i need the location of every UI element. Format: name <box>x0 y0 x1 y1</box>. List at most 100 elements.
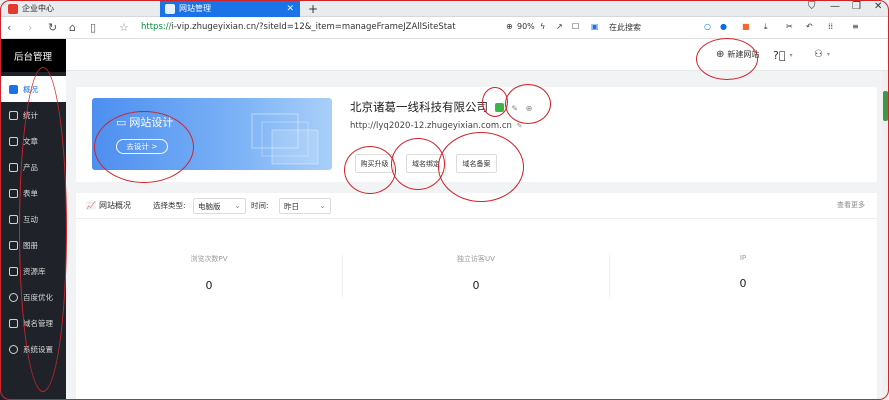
type-select-value: 电脑版 <box>198 201 221 211</box>
forward-icon[interactable]: › <box>28 21 32 35</box>
extension-icon[interactable]: ● <box>720 22 727 31</box>
tab-enterprise-center[interactable]: 企业中心 <box>0 0 158 17</box>
user-icon: ⚇ <box>814 49 823 60</box>
window-close-icon[interactable]: ✕ <box>874 1 882 12</box>
top-bar: ⊕ 新建网站 ?⃝ ▾ ⚇ ▾ <box>66 39 889 71</box>
chat-icon <box>9 214 18 224</box>
chevron-down-icon: ⌄ <box>234 201 241 210</box>
address-bar: ‹ › ↻ ⌂ ▯ ☆ https://i-vip.zhugeyixian.cn… <box>0 17 889 39</box>
menu-icon[interactable]: ≡ <box>852 22 859 31</box>
search-box[interactable]: 在此搜索 <box>609 22 641 33</box>
upgrade-button[interactable]: 购买升级 <box>355 154 394 173</box>
main-content: ⊕ 新建网站 ?⃝ ▾ ⚇ ▾ ▭ 网站设计 去设计 > 北京诸葛一线科技有限公司 ✎ <box>66 39 889 400</box>
minimize-icon[interactable]: — <box>830 1 840 12</box>
metric-value: 0 <box>739 277 747 290</box>
add-circle-icon[interactable]: ⊕ <box>526 104 533 113</box>
sidebar-item-interaction[interactable]: 互动 <box>0 206 66 232</box>
star-icon[interactable]: ☆ <box>119 21 129 35</box>
edit-icon[interactable]: ✎ <box>511 104 518 113</box>
type-select[interactable]: 电脑版 ⌄ <box>193 198 246 214</box>
metric-value: 0 <box>205 279 213 292</box>
home-icon <box>9 84 18 94</box>
sidebar-item-overview[interactable]: 概况 <box>0 76 66 102</box>
database-icon <box>9 266 18 276</box>
home-icon[interactable]: ⌂ <box>69 21 76 35</box>
sidebar-item-label: 文章 <box>23 136 38 146</box>
search-engine-icon[interactable]: ▣ <box>591 22 599 31</box>
share-icon[interactable]: ↗ <box>556 22 563 31</box>
banner-illustration <box>251 113 319 165</box>
sidebar-item-label: 图册 <box>23 240 38 250</box>
document-icon <box>9 136 18 146</box>
time-label: 时间: <box>251 201 269 210</box>
chevron-down-icon: ▾ <box>826 51 830 58</box>
new-tab-button[interactable]: + <box>306 0 320 17</box>
metric-pv: 浏览次数PV 0 <box>76 254 342 292</box>
stats-title: 📈 网站概况 <box>86 200 131 211</box>
chart-icon <box>9 110 18 120</box>
form-icon <box>9 188 18 198</box>
lightning-icon[interactable]: ϟ <box>540 22 545 31</box>
bind-domain-button[interactable]: 域名绑定 <box>406 154 446 173</box>
sidebar-item-domains[interactable]: 域名管理 <box>0 310 66 336</box>
zoom-icon[interactable]: ⊕ <box>506 22 513 31</box>
type-label: 选择类型: <box>153 201 186 210</box>
extension-icon[interactable]: ■ <box>742 22 750 31</box>
time-select[interactable]: 昨日 ⌄ <box>279 198 331 214</box>
tab-site-management[interactable]: 网站管理 ✕ <box>160 0 300 17</box>
search-icon[interactable]: ○ <box>704 22 711 31</box>
sidebar-item-albums[interactable]: 图册 <box>0 232 66 258</box>
sidebar-item-products[interactable]: 产品 <box>0 154 66 180</box>
tab-favicon-icon <box>165 3 175 14</box>
monitor-icon: ▭ <box>116 116 127 129</box>
scrollbar-thumb[interactable] <box>883 91 888 121</box>
sidebar-item-resources[interactable]: 资源库 <box>0 258 66 284</box>
scissors-icon[interactable]: ✂ <box>786 22 793 31</box>
undo-icon[interactable]: ↶ <box>806 22 813 31</box>
brand-title: 后台管理 <box>0 39 66 72</box>
image-icon <box>9 240 18 250</box>
new-site-button[interactable]: ⊕ 新建网站 <box>716 49 759 60</box>
edit-icon[interactable]: ✎ <box>517 122 523 130</box>
verified-icon <box>494 103 504 112</box>
site-name-text: 北京诸葛一线科技有限公司 <box>350 100 488 114</box>
site-url[interactable]: http://lyq2020-12.zhugeyixian.com.cn ✎ <box>350 121 522 131</box>
url-field[interactable]: https://i-vip.zhugeyixian.cn/?siteId=12&… <box>141 22 456 32</box>
metric-label: 独立访客UV <box>457 255 495 263</box>
maximize-icon[interactable]: ❐ <box>852 1 861 12</box>
design-banner: ▭ 网站设计 去设计 > <box>92 98 332 170</box>
domain-filing-button[interactable]: 域名备案 <box>456 154 497 173</box>
tab-label: 网站管理 <box>179 4 211 13</box>
sidebar-item-articles[interactable]: 文章 <box>0 128 66 154</box>
view-more-link[interactable]: 查看更多 <box>837 200 865 210</box>
tray-icon[interactable]: ⛉ <box>808 1 816 12</box>
browser-tab-bar: 企业中心 网站管理 ✕ + ⛉ — ❐ ✕ <box>0 0 889 17</box>
reader-icon[interactable]: ▯ <box>90 21 96 35</box>
sidebar-item-label: 资源库 <box>23 266 46 276</box>
sidebar-item-settings[interactable]: 系统设置 <box>0 336 66 362</box>
sidebar-item-statistics[interactable]: 统计 <box>0 102 66 128</box>
sidebar-item-seo[interactable]: 百度优化 <box>0 284 66 310</box>
stats-header: 📈 网站概况 选择类型: 电脑版 ⌄ 时间: 昨日 ⌄ 查看更多 <box>76 193 877 219</box>
go-design-button[interactable]: 去设计 > <box>116 139 168 154</box>
sidebar-item-label: 系统设置 <box>23 344 53 354</box>
chart-icon: 📈 <box>86 201 96 210</box>
download-icon[interactable]: ⤓ <box>764 22 768 32</box>
plus-circle-icon: ⊕ <box>716 49 725 60</box>
page-scrollbar[interactable] <box>882 71 889 400</box>
sidebar-item-label: 概况 <box>23 84 38 94</box>
help-button[interactable]: ?⃝ ▾ <box>773 49 792 62</box>
help-icon: ?⃝ <box>773 49 786 62</box>
site-url-text: http://lyq2020-12.zhugeyixian.com.cn <box>350 121 512 131</box>
back-icon[interactable]: ‹ <box>7 21 11 35</box>
refresh-icon[interactable]: ↻ <box>48 21 57 35</box>
sidebar-item-forms[interactable]: 表单 <box>0 180 66 206</box>
sidebar-item-label: 表单 <box>23 188 38 198</box>
bookmark-icon[interactable]: ☐ <box>572 22 579 31</box>
user-button[interactable]: ⚇ ▾ <box>814 49 830 60</box>
grid-icon[interactable]: ⁞⁞ <box>828 22 833 31</box>
metric-uv: 独立访客UV 0 <box>343 254 609 292</box>
chevron-down-icon: ⌄ <box>319 201 326 210</box>
close-icon[interactable]: ✕ <box>286 4 294 14</box>
url-path: i-vip.zhugeyixian.cn/?siteId=12&_item=ma… <box>171 22 456 32</box>
